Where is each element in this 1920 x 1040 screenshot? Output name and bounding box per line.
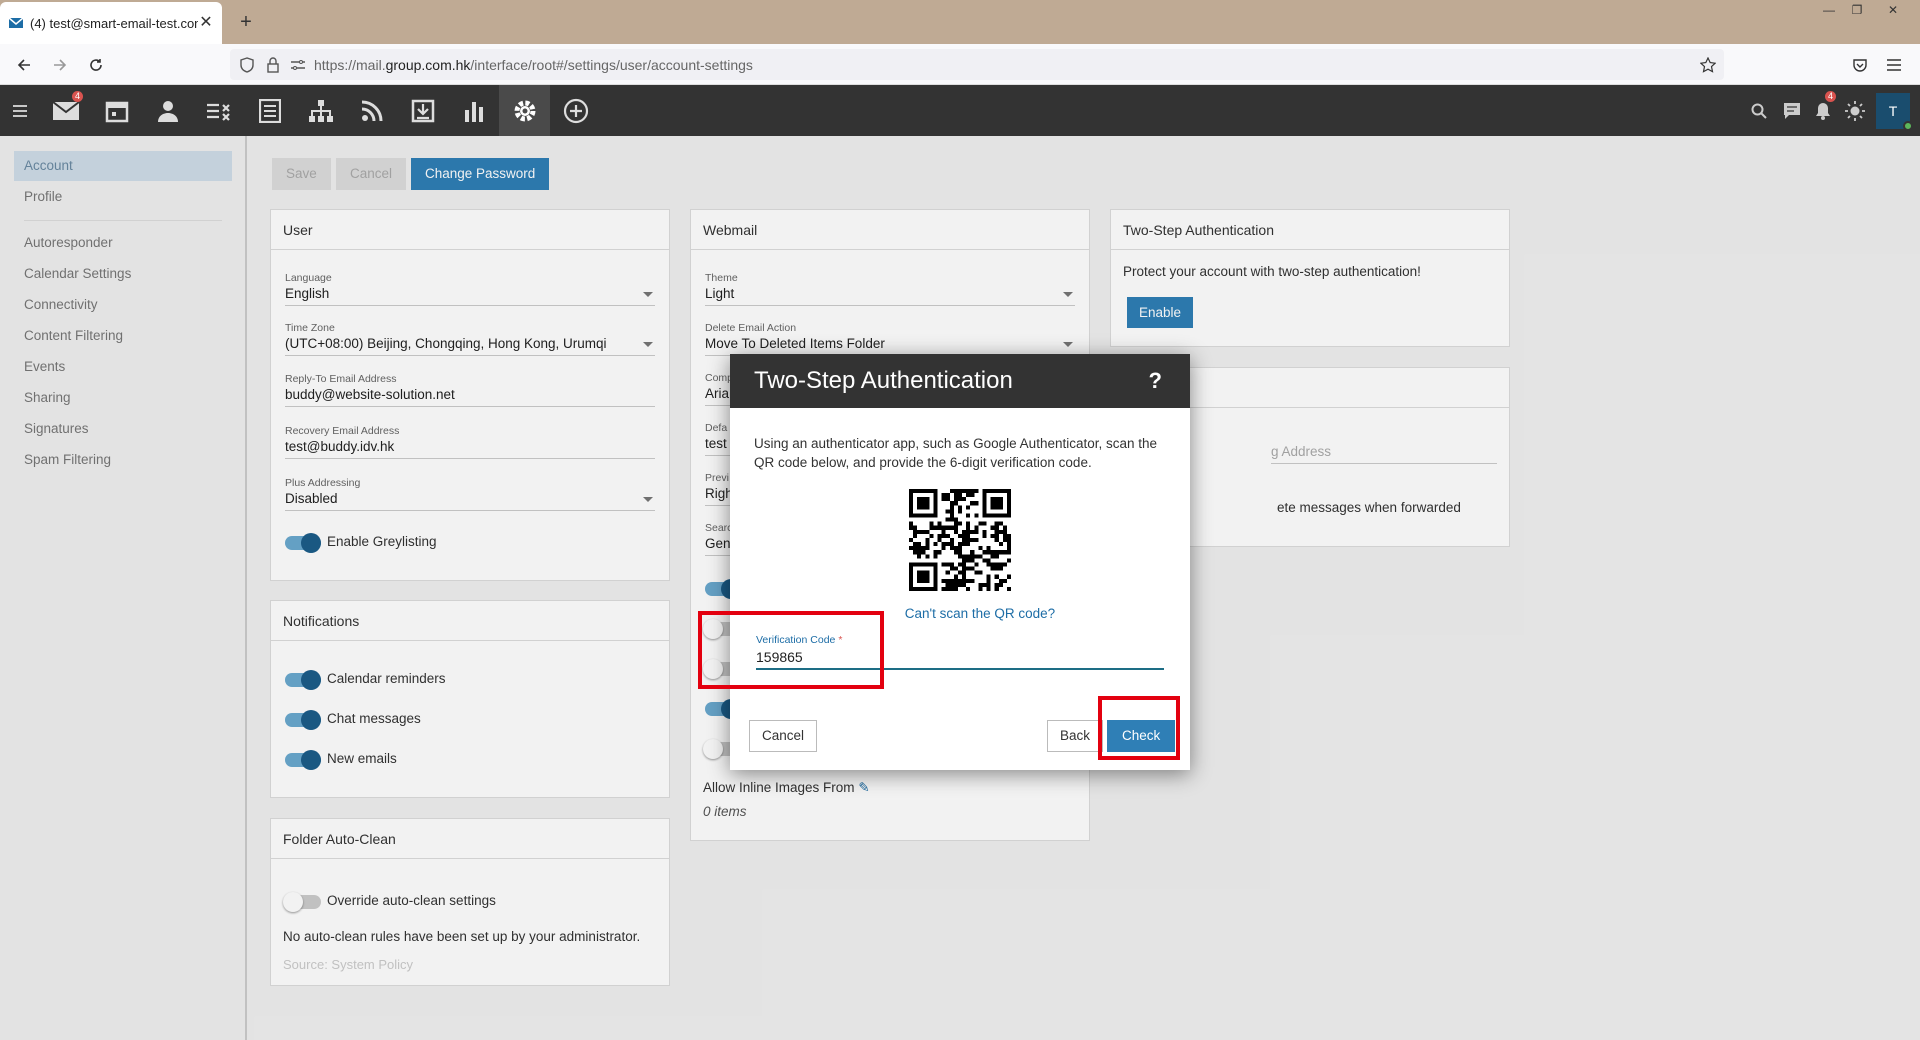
bookmark-star-icon[interactable] bbox=[1700, 56, 1716, 73]
reload-icon[interactable] bbox=[82, 51, 110, 79]
url-text: https://mail.group.com.hk/interface/root… bbox=[314, 56, 753, 73]
notes-icon[interactable] bbox=[244, 85, 295, 136]
dialog-cancel-button[interactable]: Cancel bbox=[749, 720, 818, 752]
browser-tab-title: (4) test@smart-email-test.com bbox=[30, 15, 198, 31]
theme-sun-icon[interactable] bbox=[1836, 85, 1874, 136]
help-icon[interactable]: ? bbox=[1149, 354, 1162, 408]
dialog-title: Two-Step Authentication bbox=[754, 367, 1013, 394]
notifications-bell-icon[interactable]: 4 bbox=[1806, 85, 1840, 136]
browser-menu-icon[interactable] bbox=[1880, 51, 1908, 79]
notifications-badge: 4 bbox=[1825, 91, 1836, 102]
dialog-back-button[interactable]: Back bbox=[1047, 720, 1104, 752]
permissions-icon[interactable] bbox=[290, 58, 306, 72]
close-tab-icon[interactable]: ✕ bbox=[198, 15, 214, 31]
lock-icon[interactable] bbox=[266, 56, 280, 73]
reports-chart-icon[interactable] bbox=[448, 85, 499, 136]
avatar-initial: T bbox=[1888, 103, 1898, 119]
online-status-dot bbox=[1903, 121, 1913, 131]
contacts-icon[interactable] bbox=[142, 85, 193, 136]
shield-icon[interactable] bbox=[240, 56, 254, 73]
mail-count-badge: 4 bbox=[72, 91, 83, 102]
mail-icon[interactable]: 4 bbox=[40, 85, 91, 136]
file-storage-icon[interactable] bbox=[295, 85, 346, 136]
add-circle-icon[interactable] bbox=[550, 85, 601, 136]
user-avatar[interactable]: T bbox=[1876, 93, 1913, 131]
dialog-header: Two-Step Authentication ? bbox=[730, 354, 1190, 408]
browser-nav-bar: https://mail.group.com.hk/interface/root… bbox=[0, 44, 1920, 85]
close-window-icon[interactable]: ✕ bbox=[1876, 0, 1910, 20]
browser-tab-bar: (4) test@smart-email-test.com ✕ + — ❐ ✕ bbox=[0, 0, 1920, 44]
back-arrow-icon[interactable] bbox=[10, 51, 38, 79]
address-bar[interactable]: https://mail.group.com.hk/interface/root… bbox=[230, 49, 1724, 80]
highlight-box-check bbox=[1098, 696, 1180, 760]
forward-arrow-icon[interactable] bbox=[46, 51, 74, 79]
app-top-bar: 4 4 T bbox=[0, 85, 1920, 136]
chat-icon[interactable] bbox=[1774, 85, 1810, 136]
rss-feed-icon[interactable] bbox=[346, 85, 397, 136]
mail-favicon-icon bbox=[8, 17, 24, 28]
restore-window-icon[interactable]: ❐ bbox=[1840, 0, 1874, 20]
settings-gear-icon[interactable] bbox=[499, 85, 550, 136]
hamburger-menu-icon[interactable] bbox=[0, 85, 40, 136]
browser-tab[interactable]: (4) test@smart-email-test.com ✕ bbox=[0, 2, 222, 44]
qr-code-image bbox=[909, 489, 1011, 591]
dialog-instructions: Using an authenticator app, such as Goog… bbox=[754, 436, 1158, 470]
highlight-box-verification bbox=[698, 611, 884, 689]
new-tab-icon[interactable]: + bbox=[234, 10, 258, 34]
calendar-icon[interactable] bbox=[91, 85, 142, 136]
pocket-icon[interactable] bbox=[1846, 51, 1874, 79]
search-icon[interactable] bbox=[1740, 85, 1778, 136]
tasks-icon[interactable] bbox=[193, 85, 244, 136]
archive-download-icon[interactable] bbox=[397, 85, 448, 136]
